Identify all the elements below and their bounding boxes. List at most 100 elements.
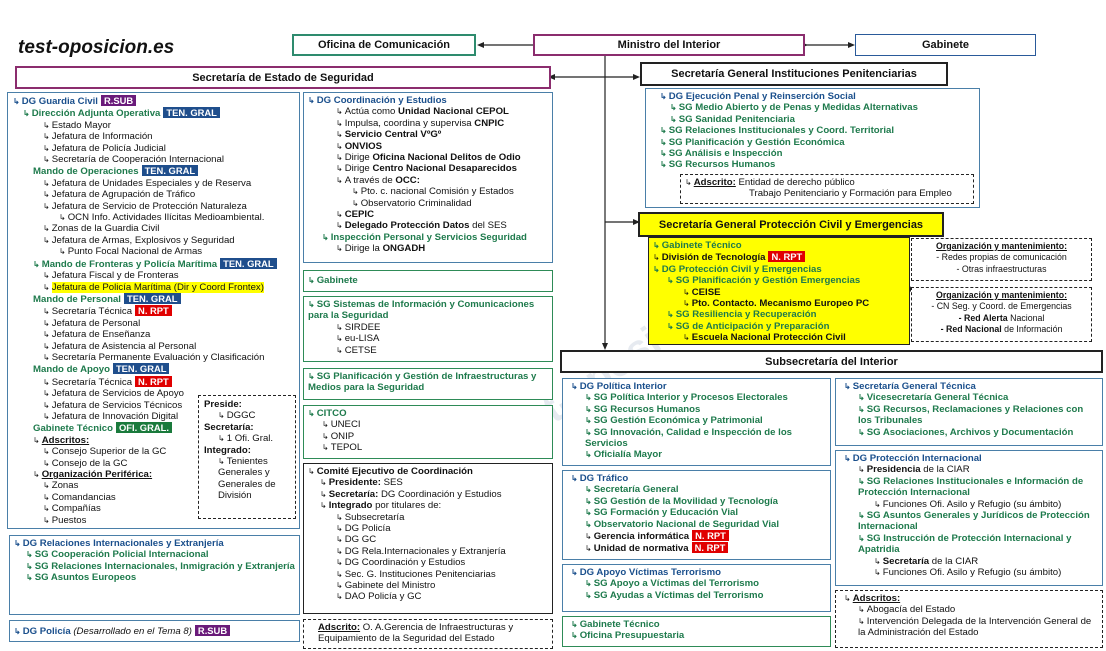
adscrito-gerencia-box: Adscrito: O. A.Gerencia de Infraestructu… [303, 619, 553, 649]
dgce-i1p: Actúa como [344, 106, 399, 118]
org-mant-2-box: Organización y mantenimiento: - CN Seg. … [911, 287, 1092, 342]
mop-item: Jefatura de Unidades Especiales y de Res… [51, 177, 252, 189]
integrado-value: Tenientes Generales y Generales de Divis… [218, 456, 276, 502]
op-item: Comandancias [51, 491, 116, 503]
cec-title: Comité Ejecutivo de Coordinación [316, 466, 473, 477]
dgt-un: Unidad de normativa [593, 543, 689, 555]
ads-item: Consejo Superior de la GC [51, 446, 167, 458]
dgce-i4: ONVIOS [344, 140, 383, 152]
dgce-ongp: Dirige la [344, 243, 383, 255]
mop-item: Zonas de la Guardia Civil [51, 223, 160, 235]
sgt-item: SG Asociaciones, Archivos y Documentació… [866, 426, 1074, 438]
ma-label: Mando de Apoyo [33, 364, 110, 376]
ip-s1: SG Medio Abierto y de Penas y Medidas Al… [678, 102, 918, 114]
pc-dt: División de Tecnología [661, 252, 766, 264]
cec-item: Gabinete del Ministro [344, 580, 436, 592]
gabinete-tecnico-oficina-box: ↳ Gabinete Técnico ↳ Oficina Presupuestari… [562, 616, 831, 647]
pc-sgrr: SG Resiliencia y Recuperación [675, 309, 817, 321]
citco-item: ONIP [330, 430, 355, 442]
cec-pres-value: SES [380, 477, 403, 489]
dgpi-title: DG Política Interior [579, 381, 667, 392]
adscritos-label: Adscritos: [41, 434, 90, 446]
dgce-i7a: Pto. c. nacional Comisión y Estados [360, 186, 514, 198]
sgsi-item: CETSE [344, 344, 377, 356]
dgce-i9b: Delegado Protección Datos [344, 220, 470, 232]
dgpint-s1: SG Relaciones Institucionales e Informac… [858, 475, 1084, 499]
site-logo[interactable]: test-oposicion.es [18, 37, 174, 59]
pc-ceise: CEISE [691, 286, 721, 298]
preside-label: Preside: [204, 399, 242, 410]
dgt-title: DG Tráfico [579, 473, 629, 484]
op-item: Puestos [51, 514, 87, 526]
cec-int-value: por titulares de: [372, 500, 442, 512]
proteccion-civil-box: ↳ Gabinete Técnico ↳ División de Tecnologí… [648, 237, 910, 345]
dgce-i2b: CNPIC [474, 117, 505, 129]
ip-item: SG Recursos Humanos [668, 159, 776, 171]
dgt-item: SG Gestión de la Movilidad y Tecnología [593, 495, 778, 507]
citco-item: UNECI [330, 419, 361, 431]
sgt-item: Vicesecretaría General Técnica [866, 392, 1009, 404]
subs-ads-item: Abogacía del Estado [866, 604, 956, 616]
dgce-i7c: Observatorio Criminalidad [360, 197, 472, 209]
dgt-item: Observatorio Nacional de Seguridad Vial [593, 518, 780, 530]
ten-gral-badge: TEN. GRAL [112, 363, 170, 375]
dgpi-item: Oficialía Mayor [593, 449, 662, 461]
sgsi-item: eu-LISA [344, 333, 380, 345]
dgce-i7b: OCC: [395, 174, 420, 186]
gabinete-ses-label: Gabinete [316, 275, 358, 286]
dgpint-f2: Funciones Ofi. Asilo y Refugio (su ámbit… [882, 567, 1062, 579]
om1-line: - Redes propias de comunicación [936, 252, 1067, 263]
dgpi-item: SG Recursos Humanos [593, 403, 701, 415]
sgpg-title: SG Planificación y Gestión de Infraestru… [308, 371, 537, 394]
dgavt-title: DG Apoyo Víctimas Terrorismo [579, 567, 721, 578]
dgce-i6b: Centro Nacional Desaparecidos [372, 163, 517, 175]
om1-title: Organización y mantenimiento: [936, 241, 1067, 251]
org-mant-1-box: Organización y mantenimiento: - Redes pr… [911, 238, 1092, 281]
ip-ads-value2: Trabajo Penitenciario y Formación para E… [749, 188, 952, 200]
subsecretaria-adscritos-box: ↳ Adscritos: ↳ Abogacía del Estado ↳ Interv… [835, 590, 1103, 648]
dgpint-title: DG Protección Internacional [852, 453, 982, 464]
dao-label: Dirección Adjunta Operativa [31, 108, 161, 120]
dgt-gi: Gerencia informática [593, 531, 690, 543]
gtof-item: Oficina Presupuestaria [579, 630, 685, 642]
op-item: Zonas [51, 480, 79, 492]
ten-gral-badge: TEN. GRAL [163, 107, 220, 119]
ten-gral-badge: TEN. GRAL [141, 165, 199, 177]
citco-box: ↳ CITCO ↳ UNECI ↳ ONIP ↳ TEPOL [303, 405, 553, 459]
ma-item: Jefatura de Innovación Digital [51, 410, 179, 422]
ip-s2: SG Sanidad Penitenciaria [678, 113, 795, 125]
adscrito-label: Adscrito: [318, 622, 361, 633]
subs-ads-label: Adscritos: [852, 593, 901, 604]
pc-sgap: SG de Anticipación y Preparación [675, 320, 830, 332]
dgpint-s3: SG Instrucción de Protección Internacion… [858, 532, 1072, 556]
subsecretaria-box: Subsecretaría del Interior [560, 350, 1103, 373]
secretaria-label: Secretaría: [204, 421, 254, 433]
nrpt-badge: N. RPT [768, 251, 806, 263]
rsub-badge: R.SUB [100, 95, 137, 106]
sg-planificacion-infra-box: ↳ SG Planificación y Gestión de Infraestr… [303, 368, 553, 400]
cec-item: Subsecretaría [344, 511, 405, 523]
dgp-note: (Desarrollado en el Tema 8) [73, 626, 192, 637]
pc-gt: Gabinete Técnico [661, 240, 742, 251]
cec-item: DG Policía [344, 523, 391, 535]
sgt-title: Secretaría General Técnica [852, 381, 976, 392]
dgce-i2p: Impulsa, coordina y supervisa [344, 117, 475, 129]
dgpint-presb: Presidencia [866, 464, 921, 476]
dgce-i5p: Dirige [344, 152, 373, 164]
dgri-item: SG Relaciones Internacionales, Inmigraci… [34, 560, 295, 572]
pfna-item: Punto Focal Nacional de Armas [67, 246, 203, 258]
cec-item: DG Rela.Internacionales y Extranjería [344, 545, 506, 557]
ip-item: SG Análisis e Inspección [668, 148, 783, 160]
dgt-item: Secretaría General [593, 484, 679, 496]
sgt-item: SG Recursos, Reclamaciones y Relaciones … [858, 403, 1084, 427]
om1-line: - Otras infraestructuras [956, 263, 1047, 274]
nrpt-badge: N. RPT [692, 530, 729, 542]
sgip-box: Secretaría General Instituciones Peniten… [640, 62, 948, 86]
ip-adscrito-box: ↳ Adscrito: Entidad de derecho público Tr… [680, 174, 974, 204]
pc-dgpce: DG Protección Civil y Emergencias [661, 263, 822, 275]
mop-item: Jefatura de Servicio de Protección Natur… [51, 200, 247, 212]
secretaria-general-tecnica-box: ↳ Secretaría General Técnica ↳ Vicesecreta… [835, 378, 1103, 446]
subs-ads-item: Intervención Delegada de la Intervención… [858, 615, 1092, 639]
mp-item: Jefatura de Enseñanza [51, 329, 151, 341]
ses-box: Secretaría de Estado de Seguridad [15, 66, 551, 89]
